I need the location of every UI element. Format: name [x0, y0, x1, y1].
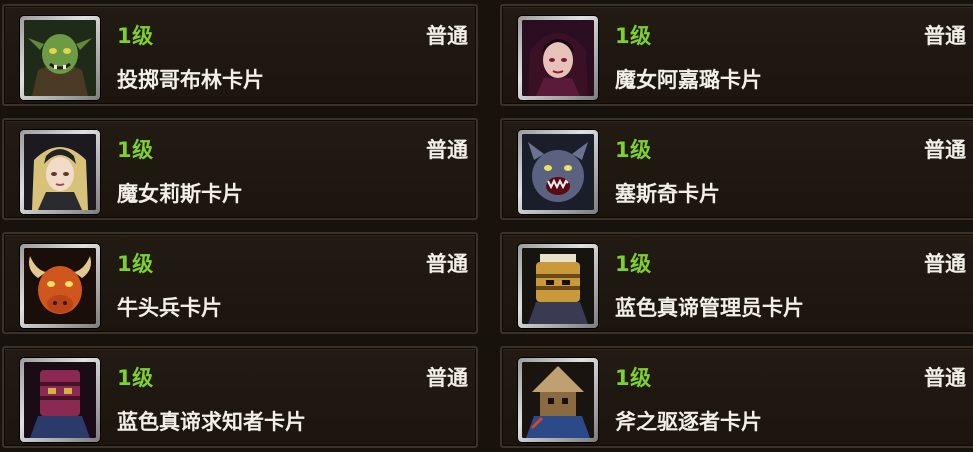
card-item-axe-expeller[interactable]: 1级 普通 斧之驱逐者卡片	[500, 346, 973, 448]
card-rarity: 普通	[924, 252, 966, 276]
card-rarity: 普通	[924, 366, 966, 390]
card-item-minotaur[interactable]: 1级 普通 牛头兵卡片	[2, 232, 478, 334]
card-frame	[518, 244, 598, 328]
axe-expeller-portrait-icon	[522, 362, 594, 438]
card-rarity: 普通	[924, 138, 966, 162]
card-item-truth-seeker[interactable]: 1级 普通 蓝色真谛求知者卡片	[2, 346, 478, 448]
card-item-witch-lis[interactable]: 1级 普通 魔女莉斯卡片	[2, 118, 478, 220]
card-name: 蓝色真谛求知者卡片	[117, 410, 306, 434]
beast-portrait-icon	[522, 134, 594, 210]
card-rarity: 普通	[426, 24, 468, 48]
card-item-goblin[interactable]: 1级 普通 投掷哥布林卡片	[2, 4, 478, 106]
goblin-portrait-icon	[24, 20, 96, 96]
card-item-witch-agatha[interactable]: 1级 普通 魔女阿嘉璐卡片	[500, 4, 973, 106]
truth-seeker-portrait-icon	[24, 362, 96, 438]
card-item-truth-administrator[interactable]: 1级 普通 蓝色真谛管理员卡片	[500, 232, 973, 334]
card-frame	[20, 358, 100, 442]
minotaur-portrait-icon	[24, 248, 96, 324]
card-frame	[20, 244, 100, 328]
card-name: 魔女莉斯卡片	[117, 182, 243, 206]
card-frame	[518, 16, 598, 100]
card-rarity: 普通	[426, 138, 468, 162]
card-level: 1级	[615, 252, 652, 276]
card-frame	[518, 130, 598, 214]
card-item-beast[interactable]: 1级 普通 塞斯奇卡片	[500, 118, 973, 220]
witch-lis-portrait-icon	[24, 134, 96, 210]
card-level: 1级	[615, 138, 652, 162]
card-name: 投掷哥布林卡片	[117, 68, 264, 92]
card-level: 1级	[615, 24, 652, 48]
card-frame	[20, 16, 100, 100]
witch-agatha-portrait-icon	[522, 20, 594, 96]
truth-administrator-portrait-icon	[522, 248, 594, 324]
card-rarity: 普通	[426, 252, 468, 276]
card-level: 1级	[615, 366, 652, 390]
card-level: 1级	[117, 366, 154, 390]
card-name: 塞斯奇卡片	[615, 182, 720, 206]
card-frame	[518, 358, 598, 442]
card-rarity: 普通	[426, 366, 468, 390]
card-rarity: 普通	[924, 24, 966, 48]
card-frame	[20, 130, 100, 214]
card-level: 1级	[117, 138, 154, 162]
card-name: 牛头兵卡片	[117, 296, 222, 320]
card-list: 1级 普通 投掷哥布林卡片 1级 普通 魔女阿嘉璐卡片 1级 普通 魔女莉斯卡片…	[0, 0, 973, 452]
card-name: 魔女阿嘉璐卡片	[615, 68, 762, 92]
card-name: 斧之驱逐者卡片	[615, 410, 762, 434]
card-level: 1级	[117, 24, 154, 48]
card-level: 1级	[117, 252, 154, 276]
card-name: 蓝色真谛管理员卡片	[615, 296, 804, 320]
